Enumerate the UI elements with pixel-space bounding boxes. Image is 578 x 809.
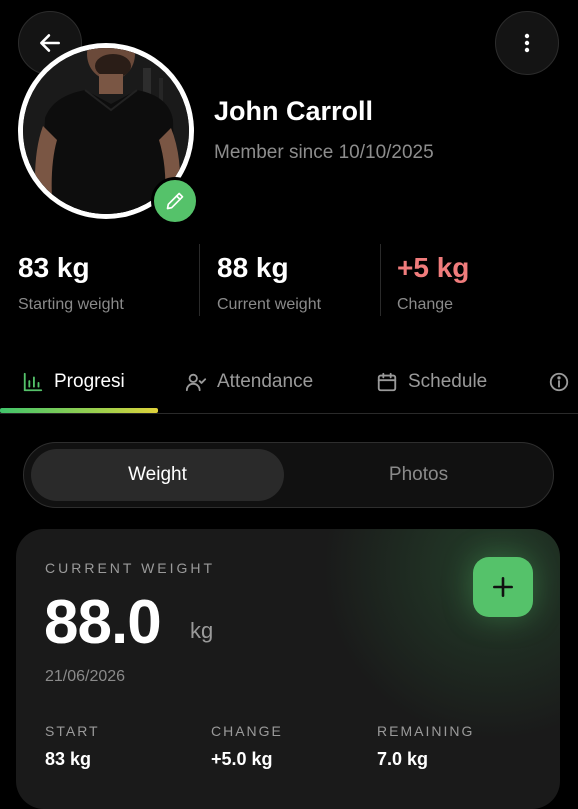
- edit-avatar-button[interactable]: [151, 177, 199, 225]
- segment-photos[interactable]: Photos: [292, 449, 545, 501]
- calendar-icon: [377, 372, 397, 392]
- change-value: +5 kg: [397, 252, 470, 283]
- active-tab-indicator: [0, 408, 158, 413]
- starting-weight-label: Starting weight: [18, 296, 124, 313]
- info-icon: [549, 372, 569, 392]
- bar-chart-icon: [23, 372, 43, 392]
- change-label-card: CHANGE: [211, 723, 283, 739]
- plus-icon: [493, 577, 513, 597]
- start-value: 83 kg: [45, 749, 92, 769]
- tab-label: Progresi: [54, 371, 125, 392]
- change-value-card: +5.0 kg: [211, 749, 273, 769]
- tab-label: Attendance: [217, 371, 314, 392]
- current-weight-big: 88.0: [44, 588, 162, 657]
- stat-divider: [380, 244, 381, 316]
- add-weight-button[interactable]: [473, 557, 533, 617]
- tab-progresi[interactable]: Progresi: [22, 366, 125, 398]
- more-options-button[interactable]: [495, 11, 559, 75]
- tab-label: Schedule: [408, 371, 488, 392]
- segment-weight[interactable]: Weight: [31, 449, 284, 501]
- current-weight-card: CURRENT WEIGHT 88.0 kg 21/06/2026 START …: [16, 529, 560, 809]
- change-label: Change: [397, 296, 454, 313]
- starting-weight-value: 83 kg: [18, 252, 90, 283]
- arrow-left-icon: [40, 34, 60, 52]
- weight-date: 21/06/2026: [45, 668, 126, 685]
- tab-divider: [0, 413, 578, 414]
- tab-info[interactable]: [548, 366, 570, 398]
- current-weight-label: Current weight: [217, 296, 322, 313]
- profile-name: John Carroll: [214, 96, 374, 126]
- stat-divider: [199, 244, 200, 316]
- start-label: START: [45, 723, 100, 739]
- more-vertical-icon: [524, 33, 530, 53]
- remaining-value: 7.0 kg: [377, 749, 429, 769]
- remaining-label: REMAINING: [377, 723, 475, 739]
- tab-schedule[interactable]: Schedule: [376, 366, 487, 398]
- tab-attendance[interactable]: Attendance: [185, 366, 313, 398]
- weight-unit: kg: [190, 618, 214, 643]
- member-since: Member since 10/10/2025: [214, 142, 434, 163]
- weight-photos-toggle: Weight Photos: [23, 442, 554, 508]
- current-weight-value: 88 kg: [217, 252, 289, 283]
- pencil-icon: [166, 192, 184, 210]
- card-title: CURRENT WEIGHT: [45, 560, 216, 576]
- user-check-icon: [185, 373, 207, 392]
